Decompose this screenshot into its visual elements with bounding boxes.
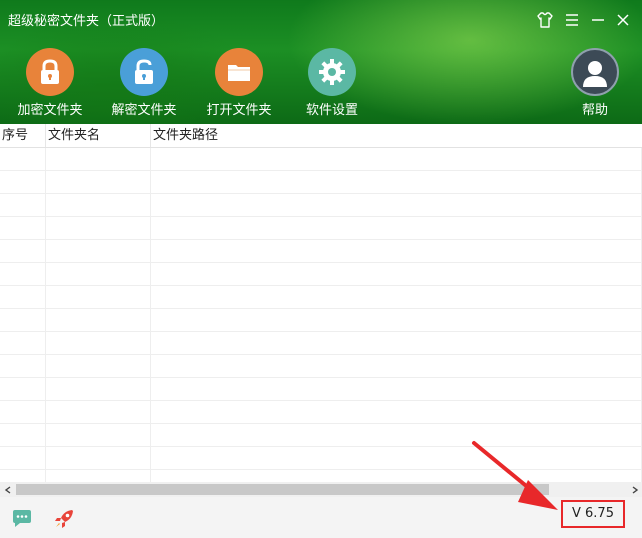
table-cell [151,286,642,308]
table-cell [0,470,46,482]
lock-closed-icon [26,48,74,96]
table-cell [46,332,151,354]
table-cell [0,171,46,193]
folder-icon [215,48,263,96]
table-row[interactable] [0,263,642,286]
table-cell [46,286,151,308]
table-body [0,148,642,482]
table-cell [46,171,151,193]
encrypt-folder-button[interactable]: 加密文件夹 [10,48,90,118]
table-cell [151,194,642,216]
table-cell [0,286,46,308]
table-cell [46,355,151,377]
gear-icon [308,48,356,96]
table-cell [151,263,642,285]
table-row[interactable] [0,309,642,332]
open-folder-label: 打开文件夹 [206,103,272,118]
minimize-button[interactable] [588,10,608,30]
table-header: 序号 文件夹名 文件夹路径 [0,124,642,148]
table-row[interactable] [0,171,642,194]
rocket-icon [55,510,73,528]
table-cell [0,263,46,285]
table-cell [151,378,642,400]
scroll-right-button[interactable] [627,482,642,497]
table-cell [151,355,642,377]
folder-table[interactable]: 序号 文件夹名 文件夹路径 [0,124,642,482]
user-avatar-icon [571,48,619,96]
table-cell [46,148,151,170]
column-header-index[interactable]: 序号 [0,124,46,147]
open-folder-button[interactable]: 打开文件夹 [199,48,279,118]
close-button[interactable] [613,10,633,30]
table-cell [151,332,642,354]
table-cell [46,447,151,469]
table-cell [0,355,46,377]
table-row[interactable] [0,332,642,355]
table-cell [151,470,642,482]
decrypt-folder-label: 解密文件夹 [111,103,177,118]
table-cell [0,194,46,216]
table-cell [0,378,46,400]
annotation-arrow [472,441,558,510]
column-header-folder-name[interactable]: 文件夹名 [46,124,151,147]
table-cell [46,378,151,400]
table-cell [0,148,46,170]
skin-button[interactable] [535,10,555,30]
tshirt-icon [537,12,553,28]
table-cell [151,401,642,423]
table-cell [46,263,151,285]
table-row[interactable] [0,378,642,401]
lock-open-icon [120,48,168,96]
menu-button[interactable] [562,10,582,30]
table-cell [46,309,151,331]
table-row[interactable] [0,286,642,309]
minimize-icon [592,19,604,21]
table-cell [46,424,151,446]
table-row[interactable] [0,217,642,240]
table-cell [0,332,46,354]
table-cell [151,171,642,193]
help-label: 帮助 [581,103,608,118]
table-cell [46,401,151,423]
speedup-button[interactable] [52,507,76,531]
table-cell [46,240,151,262]
table-row[interactable] [0,401,642,424]
table-cell [0,401,46,423]
table-cell [0,424,46,446]
help-button[interactable]: 帮助 [555,48,635,118]
close-icon [617,14,629,26]
table-cell [151,217,642,239]
chevron-left-icon [4,485,10,494]
software-settings-button[interactable]: 软件设置 [292,48,372,118]
table-row[interactable] [0,355,642,378]
software-settings-label: 软件设置 [305,103,358,118]
window-title: 超级秘密文件夹（正式版） [8,14,165,29]
table-cell [151,447,642,469]
table-cell [46,217,151,239]
column-header-folder-path[interactable]: 文件夹路径 [151,124,642,147]
table-row[interactable] [0,148,642,171]
table-cell [151,424,642,446]
encrypt-folder-label: 加密文件夹 [17,103,83,118]
decrypt-folder-button[interactable]: 解密文件夹 [104,48,184,118]
table-cell [0,309,46,331]
table-cell [46,470,151,482]
table-cell [151,240,642,262]
table-cell [0,447,46,469]
table-row[interactable] [0,194,642,217]
table-cell [46,194,151,216]
header-banner: 超级秘密文件夹（正式版） 加密文件夹 解密文件夹 打开文件夹 软件设置 帮助 [0,0,642,124]
table-cell [151,148,642,170]
table-cell [0,240,46,262]
hamburger-icon [566,14,578,26]
table-cell [151,309,642,331]
chat-bubble-icon [13,510,31,527]
table-row[interactable] [0,240,642,263]
scroll-left-button[interactable] [0,482,15,497]
chat-feedback-button[interactable] [10,507,34,531]
table-cell [0,217,46,239]
version-label: V 6.75 [561,500,625,528]
chevron-right-icon [632,485,638,494]
